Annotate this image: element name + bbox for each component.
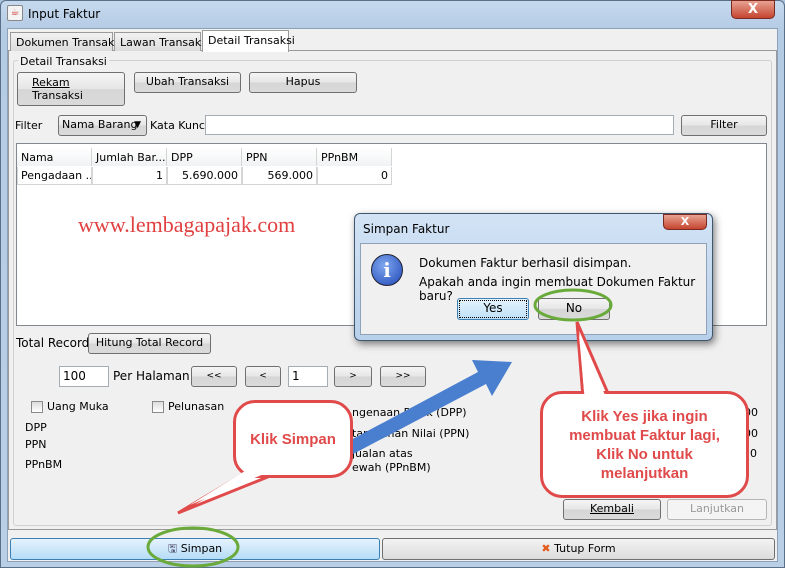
callout2-tail-fill — [579, 335, 608, 402]
annotation-tail-cover — [190, 335, 608, 505]
callout1-tail-fill — [190, 466, 283, 505]
